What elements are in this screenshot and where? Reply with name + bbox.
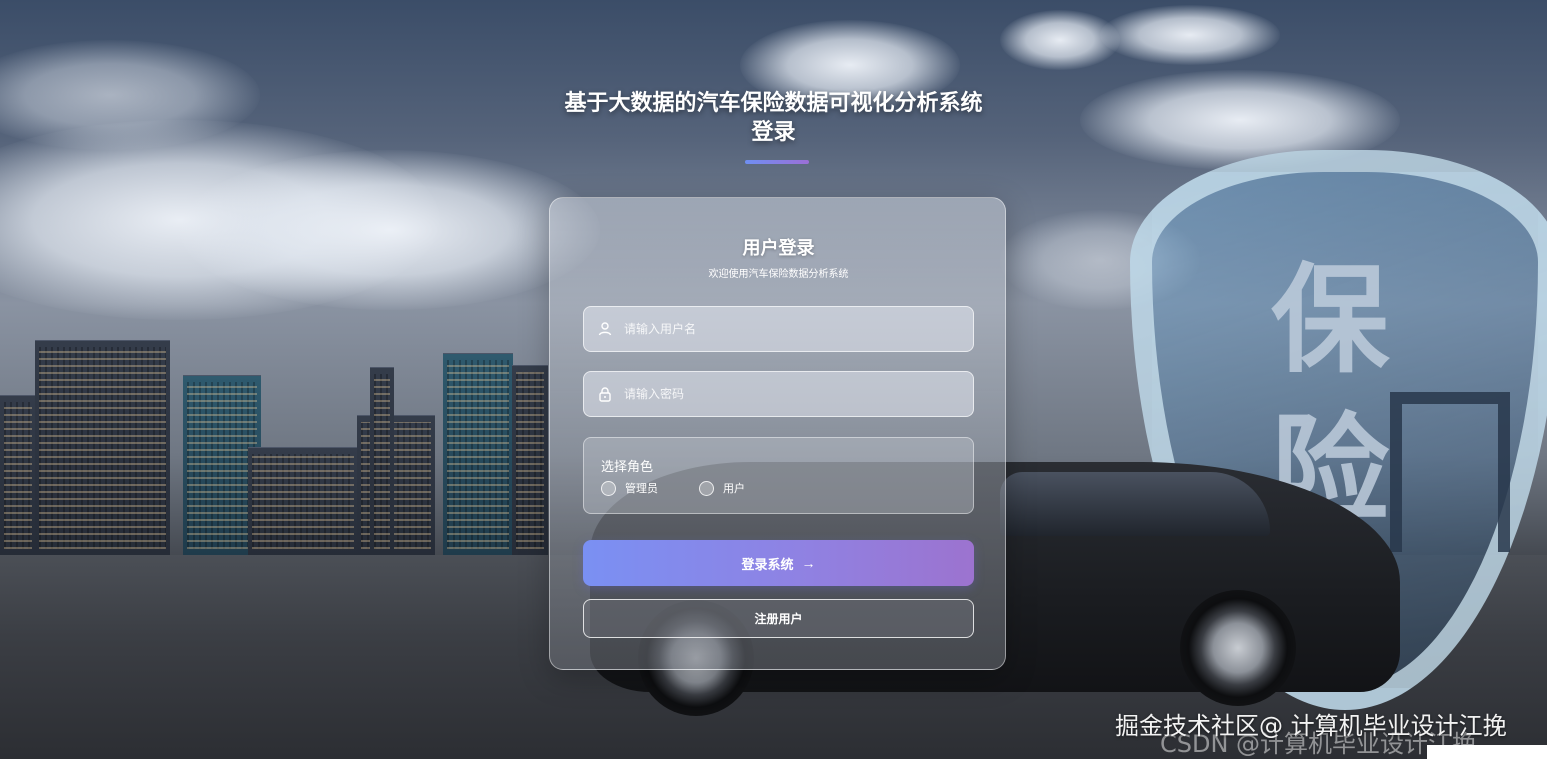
building	[370, 367, 394, 555]
page-title: 基于大数据的汽车保险数据可视化分析系统 登录	[0, 89, 1547, 147]
cloud	[180, 150, 600, 310]
user-icon	[598, 322, 612, 336]
username-field[interactable]	[583, 306, 974, 352]
role-option-label: 用户	[723, 482, 745, 495]
role-option-label: 管理员	[625, 482, 658, 495]
password-field[interactable]	[583, 371, 974, 417]
login-card: 用户登录 欢迎使用汽车保险数据分析系统 选择角色 管理员 用户 登录系统 → 注…	[549, 197, 1006, 670]
building	[357, 415, 435, 555]
card-subtitle: 欢迎使用汽车保险数据分析系统	[708, 269, 849, 280]
role-radio-admin[interactable]: 管理员	[601, 480, 658, 496]
radio-circle-icon[interactable]	[699, 480, 714, 496]
lock-icon	[599, 387, 611, 402]
bridge-graphic	[1390, 392, 1510, 552]
role-selector: 选择角色 管理员 用户	[583, 437, 974, 514]
username-input[interactable]	[624, 307, 964, 351]
card-title: 用户登录	[742, 238, 815, 259]
login-button-label: 登录系统	[741, 557, 794, 573]
cloud	[1100, 5, 1280, 65]
building	[0, 395, 36, 555]
building	[35, 340, 170, 555]
role-label: 选择角色	[601, 460, 654, 475]
building	[443, 353, 513, 555]
building	[248, 447, 358, 555]
ime-toolbar	[1427, 745, 1547, 759]
register-button[interactable]: 注册用户	[583, 599, 974, 638]
arrow-right-icon: →	[801, 555, 816, 571]
page-title-line1: 基于大数据的汽车保险数据可视化分析系统	[564, 91, 983, 116]
login-button[interactable]: 登录系统 →	[583, 540, 974, 586]
role-radio-user[interactable]: 用户	[699, 480, 745, 496]
password-input[interactable]	[624, 372, 964, 416]
car-wheel	[1180, 590, 1296, 706]
radio-circle-icon[interactable]	[601, 480, 616, 496]
title-underline	[745, 160, 809, 164]
building	[512, 365, 548, 555]
car-window	[1000, 472, 1270, 536]
page-title-line2: 登录	[751, 120, 796, 145]
juejin-watermark: 掘金技术社区@ 计算机毕业设计江挽	[1115, 712, 1507, 740]
